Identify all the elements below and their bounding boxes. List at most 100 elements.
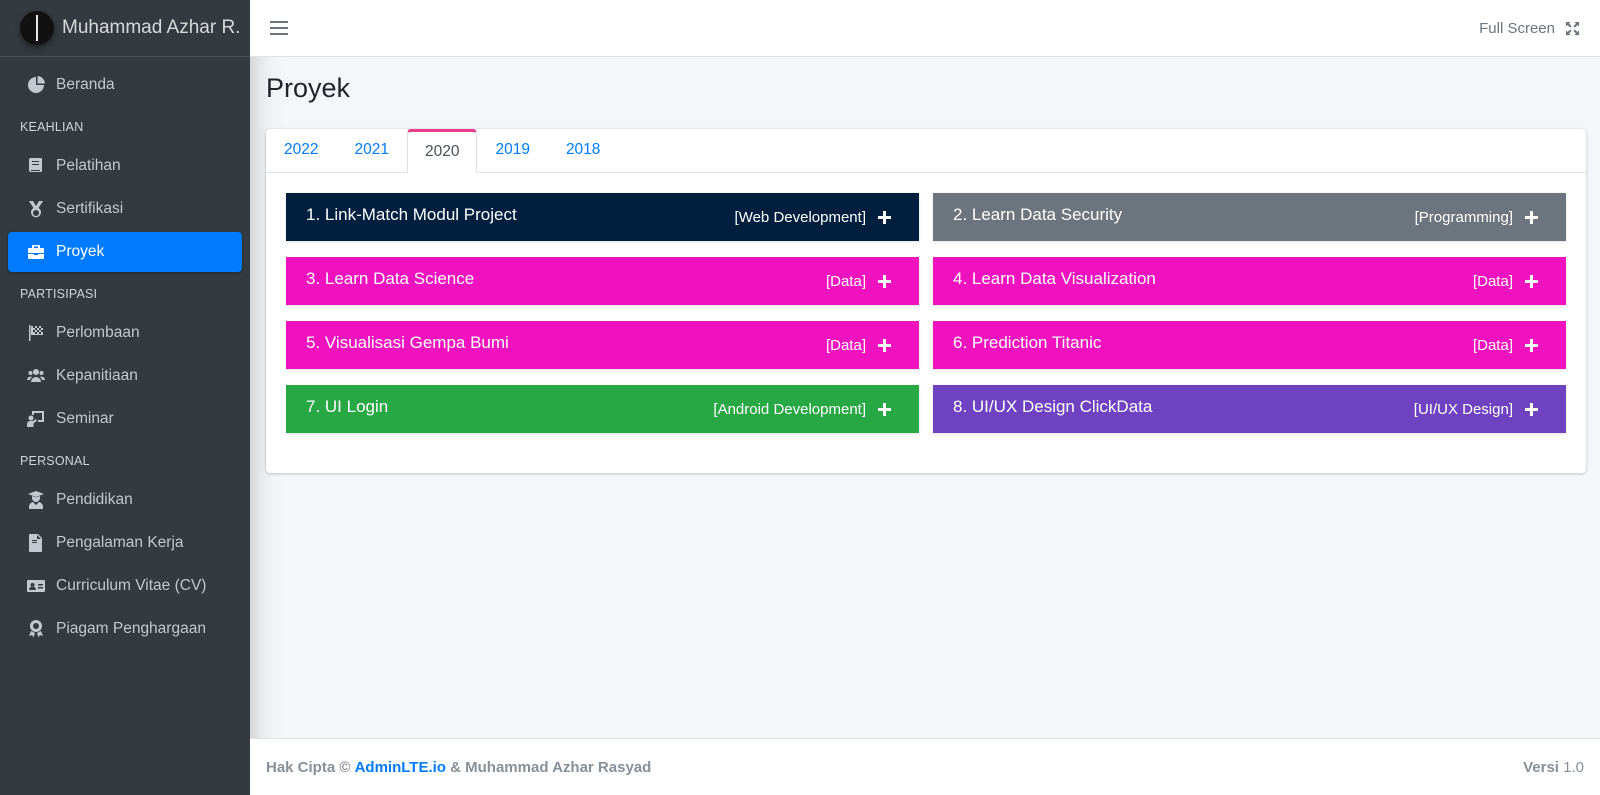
- project-title: 6. Prediction Titanic: [953, 333, 1102, 352]
- sidebar-item-curriculum-vitae-cv[interactable]: Curriculum Vitae (CV): [8, 566, 242, 606]
- sidebar-item-pendidikan[interactable]: Pendidikan: [8, 480, 242, 520]
- project-category: [Data]: [825, 272, 866, 290]
- plus-icon[interactable]: [1525, 402, 1538, 416]
- project-category: [UI/UX Design]: [1413, 400, 1513, 418]
- version-number: 1.0: [1563, 758, 1584, 776]
- project-item[interactable]: 7. UI Login [Android Development]: [286, 385, 919, 433]
- sidebar-nav: Beranda KEAHLIAN Pelatihan Sertifikasi Proye…: [0, 57, 250, 649]
- tab-2019[interactable]: 2019: [477, 128, 547, 172]
- sidebar-item-label: Curriculum Vitae (CV): [56, 577, 207, 594]
- project-meta: [Android Development]: [713, 401, 891, 418]
- project-item[interactable]: 8. UI/UX Design ClickData [UI/UX Design]: [933, 385, 1566, 433]
- project-item[interactable]: 5. Visualisasi Gempa Bumi [Data]: [286, 321, 919, 369]
- tab-2020[interactable]: 2020: [406, 129, 478, 173]
- tab-2022[interactable]: 2022: [266, 128, 336, 172]
- project-item[interactable]: 4. Learn Data Visualization [Data]: [933, 257, 1566, 305]
- chalkboard-teacher-icon: [27, 410, 45, 428]
- book-icon: [27, 157, 45, 175]
- sidebar-item-proyek[interactable]: Proyek: [8, 232, 242, 272]
- chart-pie-icon: [27, 76, 45, 94]
- project-meta: [Data]: [1473, 273, 1538, 290]
- sidebar-item-sertifikasi[interactable]: Sertifikasi: [8, 189, 242, 229]
- sidebar-item-perlombaan[interactable]: Perlombaan: [8, 313, 242, 353]
- project-title: 5. Visualisasi Gempa Bumi: [306, 333, 509, 352]
- sidebar-item-label: Seminar: [56, 410, 114, 427]
- project-category: [Web Development]: [734, 208, 866, 226]
- sidebar-item-label: Perlombaan: [56, 324, 140, 341]
- nav-header-partisipasi: PARTISIPASI: [20, 287, 98, 301]
- brand-link[interactable]: Muhammad Azhar R.: [0, 0, 250, 57]
- briefcase-icon: [27, 243, 45, 261]
- fullscreen-label: Full Screen: [1479, 19, 1555, 37]
- plus-icon[interactable]: [1525, 210, 1538, 224]
- project-category: [Data]: [1472, 336, 1513, 354]
- plus-icon[interactable]: [1525, 338, 1538, 352]
- project-item[interactable]: 1. Link-Match Modul Project [Web Developm…: [286, 193, 919, 241]
- adminlte-link[interactable]: AdminLTE.io: [355, 759, 446, 776]
- tab-2021[interactable]: 2021: [336, 128, 406, 172]
- page-title: Proyek: [266, 73, 351, 103]
- top-navbar: Full Screen: [250, 0, 1600, 57]
- sidebar-item-pengalaman-kerja[interactable]: Pengalaman Kerja: [8, 523, 242, 563]
- copyright-suffix: & Muhammad Azhar Rasyad: [450, 758, 652, 776]
- project-title: 7. UI Login: [306, 397, 389, 416]
- project-title: 1. Link-Match Modul Project: [306, 205, 517, 224]
- project-title: 4. Learn Data Visualization: [953, 269, 1156, 288]
- brand-name: Muhammad Azhar R.: [62, 17, 241, 38]
- project-category: [Android Development]: [713, 400, 866, 418]
- project-grid: 1. Link-Match Modul Project [Web Developm…: [286, 193, 1566, 433]
- copyright-prefix: Hak Cipta ©: [266, 758, 351, 776]
- main-footer: Hak Cipta © AdminLTE.io & Muhammad Azhar…: [250, 738, 1600, 795]
- sidebar-item-label: Pendidikan: [56, 491, 133, 508]
- sidebar-item-label: Pelatihan: [56, 157, 121, 174]
- project-item[interactable]: 3. Learn Data Science [Data]: [286, 257, 919, 305]
- user-graduate-icon: [27, 491, 45, 509]
- id-card-icon: [27, 577, 45, 595]
- version-label: Versi: [1523, 758, 1559, 776]
- project-meta: [Data]: [826, 337, 891, 354]
- medal-icon: [27, 200, 45, 218]
- sidebar-item-label: Proyek: [56, 243, 105, 260]
- project-category: [Programming]: [1414, 208, 1513, 226]
- project-item[interactable]: 6. Prediction Titanic [Data]: [933, 321, 1566, 369]
- content-wrapper: Proyek 2022 2021 2020 2019 2018 1. Link-Matc…: [250, 57, 1600, 473]
- sidebar-item-piagam-penghargaan[interactable]: Piagam Penghargaan: [8, 609, 242, 649]
- sidebar-item-label: Piagam Penghargaan: [56, 620, 206, 637]
- plus-icon[interactable]: [878, 338, 891, 352]
- version-info: Versi 1.0: [1523, 759, 1584, 776]
- project-title: 2. Learn Data Security: [953, 205, 1123, 224]
- menu-toggle-icon[interactable]: [270, 21, 288, 35]
- project-title: 8. UI/UX Design ClickData: [953, 397, 1153, 416]
- sidebar-item-label: Sertifikasi: [56, 200, 124, 217]
- project-category: [Data]: [825, 336, 866, 354]
- sidebar-item-label: Beranda: [56, 76, 115, 93]
- plus-icon[interactable]: [1525, 274, 1538, 288]
- award-icon: [27, 620, 45, 638]
- expand-arrows-icon: [1565, 21, 1580, 35]
- plus-icon[interactable]: [878, 402, 891, 416]
- year-tabs: 2022 2021 2020 2019 2018: [266, 129, 1586, 173]
- sidebar-item-pelatihan[interactable]: Pelatihan: [8, 146, 242, 186]
- project-meta: [UI/UX Design]: [1414, 401, 1538, 418]
- project-meta: [Data]: [1473, 337, 1538, 354]
- main-sidebar: Muhammad Azhar R. Beranda KEAHLIAN Pelatih…: [0, 0, 250, 795]
- sidebar-item-kepanitiaan[interactable]: Kepanitiaan: [8, 356, 242, 396]
- project-category: [Data]: [1472, 272, 1513, 290]
- file-contract-icon: [27, 534, 45, 552]
- copyright: Hak Cipta © AdminLTE.io & Muhammad Azhar…: [266, 759, 651, 776]
- sidebar-item-label: Kepanitiaan: [56, 367, 138, 384]
- brand-logo: [20, 11, 54, 45]
- project-card: 2022 2021 2020 2019 2018 1. Link-Match Modul…: [266, 129, 1586, 473]
- sidebar-item-label: Pengalaman Kerja: [56, 534, 184, 551]
- sidebar-item-seminar[interactable]: Seminar: [8, 399, 242, 439]
- nav-header-keahlian: KEAHLIAN: [20, 120, 84, 134]
- project-meta: [Web Development]: [735, 209, 891, 226]
- users-icon: [27, 367, 45, 385]
- tab-2018[interactable]: 2018: [548, 128, 618, 172]
- plus-icon[interactable]: [878, 274, 891, 288]
- plus-icon[interactable]: [878, 210, 891, 224]
- flag-checkered-icon: [27, 324, 45, 342]
- fullscreen-button[interactable]: Full Screen: [1479, 20, 1580, 37]
- sidebar-item-beranda[interactable]: Beranda: [8, 65, 242, 105]
- project-item[interactable]: 2. Learn Data Security [Programming]: [933, 193, 1566, 241]
